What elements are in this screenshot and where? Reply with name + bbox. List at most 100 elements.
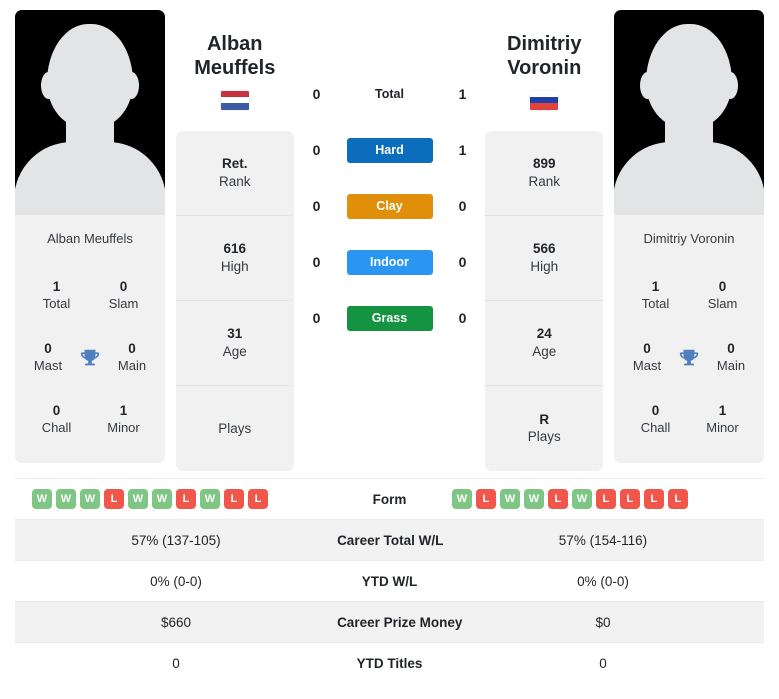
form-badge-loss: L <box>475 489 496 509</box>
h2h-left-score: 0 <box>312 198 321 214</box>
titles-label: Minor <box>107 420 140 436</box>
rank-cell: 566 High <box>485 216 604 301</box>
form-badge-loss: L <box>104 489 124 509</box>
right-player-photo <box>614 10 764 215</box>
name-line-1: Dimitriy <box>507 33 582 55</box>
netherlands-flag-icon <box>220 90 249 110</box>
form-badge-loss: L <box>176 489 196 509</box>
rank-value: 566 <box>532 241 556 257</box>
titles-row: 1 Total 0 Slam <box>622 265 756 327</box>
rank-cell: Plays <box>176 386 294 471</box>
titles-label: Chall <box>640 420 671 436</box>
h2h-right-score: 1 <box>458 142 467 158</box>
h2h-row-total: 0 Total 1 <box>305 66 475 122</box>
rank-value: 616 <box>223 241 247 257</box>
rank-cell: 616 High <box>175 216 294 301</box>
surface-badge-clay[interactable]: Clay <box>346 193 433 219</box>
right-player-photo-caption: Dimitriy Voronin <box>614 215 764 261</box>
trophy-icon <box>672 347 706 369</box>
rank-label: Age <box>222 343 247 359</box>
table-row: 57% (137-105) Career Total W/L 57% (154-… <box>15 519 764 561</box>
surface-badge-hard[interactable]: Hard <box>346 137 433 163</box>
right-value: 57% (154-116) <box>558 532 648 548</box>
name-line-2: Meuffels <box>194 57 276 80</box>
titles-value: 0 <box>651 403 660 419</box>
titles-label: Chall <box>41 420 72 436</box>
left-value: 0 <box>172 655 180 671</box>
left-player-photo-caption: Alban Meuffels <box>15 215 165 261</box>
titles-value: 0 <box>44 341 52 357</box>
row-label: Career Total W/L <box>337 532 444 548</box>
titles-cell: 0 Mast <box>23 341 73 374</box>
rank-label: High <box>530 258 559 274</box>
h2h-row-indoor: 0 Indoor 0 <box>305 234 475 290</box>
form-badge-loss: L <box>619 489 640 509</box>
form-badge-win: W <box>200 489 220 509</box>
titles-label: Mast <box>33 358 63 374</box>
surface-badge-indoor[interactable]: Indoor <box>346 249 433 275</box>
titles-cell: 1 Total <box>23 279 90 312</box>
form-badge-loss: L <box>643 489 664 509</box>
titles-cell: 0 Main <box>107 341 157 374</box>
surface-badge-grass[interactable]: Grass <box>346 305 433 331</box>
titles-cell: 0 Chall <box>622 403 689 436</box>
h2h-left-score: 0 <box>312 254 321 270</box>
titles-value: 1 <box>119 403 128 419</box>
titles-value: 0 <box>727 341 735 357</box>
head-to-head-surfaces: 0 Total 1 0 Hard 1 0 Clay 0 0 Indoor 0 0 <box>305 10 475 346</box>
right-player-card[interactable]: Dimitriy Voronin 1 Total 0 Slam 0 Mast 0… <box>614 10 764 463</box>
right-value: $0 <box>595 614 611 630</box>
rank-label: Age <box>532 343 557 359</box>
titles-value: 1 <box>651 279 660 295</box>
h2h-left-score: 0 <box>312 86 321 102</box>
h2h-left-score: 0 <box>312 310 321 326</box>
player-comparison-page: Alban Meuffels 1 Total 0 Slam 0 Mast 0 M… <box>0 0 779 699</box>
titles-row: 0 Mast 0 Main <box>23 327 157 389</box>
form-badge-win: W <box>571 489 592 509</box>
form-badge-win: W <box>499 489 520 509</box>
titles-row: 0 Mast 0 Main <box>622 327 756 389</box>
titles-label: Total <box>641 296 670 312</box>
h2h-row-hard: 0 Hard 1 <box>305 122 475 178</box>
titles-value: 0 <box>718 279 727 295</box>
rank-label: Rank <box>218 173 251 189</box>
titles-label: Minor <box>706 420 739 436</box>
rank-cell: 899 Rank <box>485 131 604 216</box>
titles-row: 0 Chall 1 Minor <box>23 389 157 451</box>
titles-cell: 1 Minor <box>90 403 157 436</box>
rank-cell: 24 Age <box>485 301 604 386</box>
form-badge-win: W <box>56 489 76 509</box>
h2h-row-grass: 0 Grass 0 <box>305 290 475 346</box>
left-player-card[interactable]: Alban Meuffels 1 Total 0 Slam 0 Mast 0 M… <box>15 10 165 463</box>
titles-value: 0 <box>128 341 136 357</box>
titles-cell: 1 Minor <box>689 403 756 436</box>
form-badge-loss: L <box>248 489 268 509</box>
table-row-form: WWWLWWLWLL Form WLWWLWLLLL <box>15 478 764 520</box>
h2h-right-score: 0 <box>458 310 467 326</box>
right-player-name[interactable]: Dimitriy Voronin <box>507 32 581 81</box>
row-label: YTD Titles <box>356 655 423 671</box>
rank-value: 24 <box>536 326 552 342</box>
rank-label: High <box>220 258 249 274</box>
titles-cell: 0 Chall <box>23 403 90 436</box>
left-player-titles-grid: 1 Total 0 Slam 0 Mast 0 Main 0 Chall 1 M… <box>15 261 165 463</box>
row-label: Career Prize Money <box>337 614 463 630</box>
left-player-rank-card: Ret. Rank 616 High 31 Age Plays <box>175 130 294 471</box>
form-badge-win: W <box>32 489 52 509</box>
titles-cell: 0 Main <box>706 341 756 374</box>
left-player-photo <box>15 10 165 215</box>
comparison-header: Alban Meuffels 1 Total 0 Slam 0 Mast 0 M… <box>0 0 779 478</box>
left-value: $660 <box>161 614 192 630</box>
right-player-info: Dimitriy Voronin 899 Rank 566 High 24 Ag… <box>475 10 615 471</box>
titles-label: Slam <box>108 296 139 312</box>
form-badge-loss: L <box>224 489 244 509</box>
right-player-rank-card: 899 Rank 566 High 24 Age R Plays <box>485 130 604 471</box>
left-player-name[interactable]: Alban Meuffels <box>194 32 275 81</box>
russia-flag-icon <box>530 90 559 110</box>
h2h-right-score: 0 <box>458 254 467 270</box>
rank-value: 899 <box>532 156 556 172</box>
rank-label: Rank <box>528 173 560 189</box>
left-form-cell: WWWLWWLWLL <box>15 479 337 520</box>
trophy-icon <box>73 347 107 369</box>
titles-label: Main <box>117 358 147 374</box>
